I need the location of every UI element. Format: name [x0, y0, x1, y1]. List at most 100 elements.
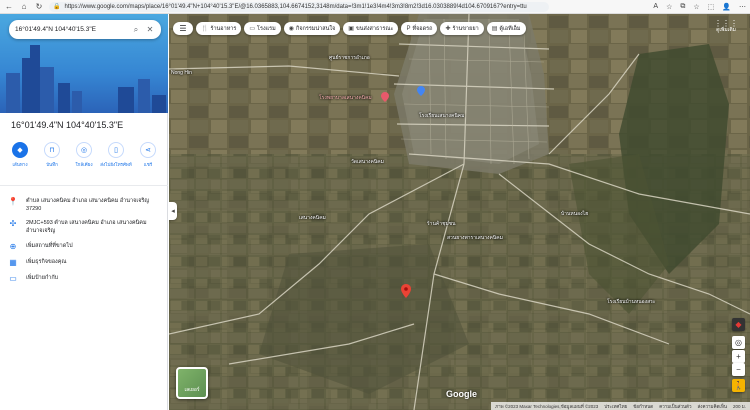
- label-community-shop[interactable]: ร้านค้าชุมชน: [427, 220, 456, 228]
- favorites-icon[interactable]: ☆: [693, 3, 699, 11]
- place-hero-image: 16°01'49.4"N 104°40'15.3"E ⌕ ✕: [0, 14, 168, 113]
- terms-link[interactable]: ข้อกำหนด: [633, 403, 653, 410]
- add-business-icon: ▦: [9, 258, 17, 267]
- label-gov-center[interactable]: ศูนย์ราชการอำเภอ: [329, 54, 370, 62]
- split-screen-icon[interactable]: ⧉: [680, 3, 685, 11]
- share-button[interactable]: ⋖ แชร์: [134, 142, 162, 185]
- layers-button[interactable]: เลเยอร์: [176, 367, 208, 399]
- plus-code-row[interactable]: ✣ 2MJC+593 ตำบล เสนางคนิคม อำเภอ เสนางคน…: [0, 219, 168, 235]
- pegman-icon[interactable]: 🚶: [732, 379, 745, 392]
- collections-icon[interactable]: ⬚: [708, 3, 715, 11]
- apps-grid-button[interactable]: ⋮⋮⋮ ดูเพิ่มเติม: [708, 20, 744, 40]
- apps-label: ดูเพิ่มเติม: [716, 27, 736, 33]
- label-icon: ▭: [9, 274, 17, 283]
- hotel-icon: ▭: [249, 26, 256, 32]
- collapse-sidebar-icon[interactable]: ◂: [169, 202, 177, 220]
- plus-code-icon: ✣: [9, 219, 17, 228]
- send-to-phone-label: ส่งไปยังโทรศัพท์: [100, 162, 132, 167]
- label-senangkhanikhom[interactable]: เสนางคนิคม: [299, 214, 326, 222]
- address-row[interactable]: 📍 ตำบล เสนางคนิคม อำเภอ เสนางคนิคม อำนาจ…: [0, 197, 168, 213]
- save-button[interactable]: ⊓ บันทึก: [38, 142, 66, 185]
- add-label-text: เพิ่มป้ายกำกับ: [26, 275, 59, 281]
- url-text: https://www.google.com/maps/place/16°01'…: [64, 3, 527, 10]
- phone-icon: ▯: [108, 142, 124, 158]
- address-text: ตำบล เสนางคนิคม อำเภอ เสนางคนิคม อำนาจเจ…: [26, 198, 150, 212]
- add-missing-place-text: เพิ่มสถานที่ที่ขาดไป: [26, 243, 73, 249]
- more-icon[interactable]: ⋯: [739, 3, 746, 11]
- location-pin-marker[interactable]: [401, 284, 411, 298]
- label-ban-nong-hai[interactable]: บ้านหนองไฮ: [561, 210, 588, 218]
- place-title: 16°01'49.4"N 104°40'15.3"E: [11, 120, 124, 130]
- home-icon[interactable]: ⌂: [19, 2, 29, 12]
- feedback-link[interactable]: ส่งความคิดเห็น: [698, 403, 728, 410]
- satellite-imagery: [169, 14, 750, 410]
- chip-things-to-do[interactable]: ◉ กิจกรรมน่าสนใจ: [283, 22, 341, 35]
- country-link[interactable]: ประเทศไทย: [604, 403, 627, 410]
- favorite-icon[interactable]: ☆: [666, 3, 672, 11]
- label-school-2[interactable]: โรงเรียนบ้านหนองสระ: [607, 298, 656, 306]
- directions-icon: ◆: [12, 142, 28, 158]
- google-logo: Google: [446, 389, 477, 399]
- camera-icon: ◉: [288, 26, 294, 32]
- privacy-link[interactable]: ความเป็นส่วนตัว: [659, 403, 691, 410]
- refresh-icon[interactable]: ↻: [34, 2, 44, 12]
- close-icon[interactable]: ✕: [145, 25, 155, 34]
- transit-icon: ▣: [348, 26, 354, 32]
- imagery-credit: ภาพ ©2023 Maxar Technologies,ข้อมูลแผนที…: [495, 403, 599, 409]
- map-attribution: ภาพ ©2023 Maxar Technologies,ข้อมูลแผนที…: [491, 402, 750, 410]
- scale-bar[interactable]: 200 ม.: [733, 403, 746, 410]
- chip-transit[interactable]: ▣ ขนส่งสาธารณะ: [343, 22, 399, 35]
- nearby-icon: ◎: [76, 142, 92, 158]
- search-input[interactable]: 16°01'49.4"N 104°40'15.3"E: [15, 26, 127, 33]
- chip-atms[interactable]: ▤ ตู้เอทีเอ็ม: [486, 22, 526, 35]
- hospital-pin-icon[interactable]: [381, 92, 389, 102]
- label-nong-hin[interactable]: Nong Hin: [171, 70, 192, 76]
- send-to-phone-button[interactable]: ▯ ส่งไปยังโทรศัพท์: [100, 142, 132, 185]
- chip-parking[interactable]: P ที่จอดรถ: [401, 22, 438, 35]
- add-business-text: เพิ่มธุรกิจของคุณ: [26, 259, 67, 265]
- read-aloud-icon[interactable]: A: [653, 3, 658, 11]
- chip-hotels[interactable]: ▭ โรงแรม: [244, 22, 281, 35]
- nearby-button[interactable]: ◎ ใกล้เคียง: [70, 142, 98, 185]
- lock-icon: 🔒: [53, 4, 61, 10]
- zoom-in-button[interactable]: +: [732, 350, 745, 363]
- label-school[interactable]: โรงเรียนเสนางคนิคม: [419, 112, 464, 120]
- directions-button[interactable]: ◆ เส้นทาง: [6, 142, 34, 185]
- label-temple[interactable]: วัดเสนางคนิคม: [351, 158, 384, 166]
- add-business-row[interactable]: ▦ เพิ่มธุรกิจของคุณ: [0, 258, 168, 267]
- layers-label: เลเยอร์: [184, 387, 200, 393]
- chip-pharmacies[interactable]: ✚ ร้านขายยา: [440, 22, 484, 35]
- action-bar: ◆ เส้นทาง ⊓ บันทึก ◎ ใกล้เคียง ▯ ส่งไปยั…: [0, 142, 168, 186]
- satellite-map[interactable]: ☰ 🍴 ร้านอาหาร ▭ โรงแรม ◉ กิจกรรมน่าสนใจ ▣ ขน…: [169, 14, 750, 410]
- save-label: บันทึก: [46, 162, 58, 167]
- share-icon: ⋖: [140, 142, 156, 158]
- compass-icon[interactable]: ◆: [732, 318, 745, 331]
- share-label: แชร์: [143, 162, 153, 167]
- plus-code-text: 2MJC+593 ตำบล เสนางคนิคม อำเภอ เสนางคนิค…: [26, 220, 147, 234]
- apps-grid-icon: ⋮⋮⋮: [714, 19, 738, 28]
- pharmacy-icon: ✚: [445, 26, 451, 32]
- chip-restaurants[interactable]: 🍴 ร้านอาหาร: [196, 22, 242, 35]
- category-chips: ☰ 🍴 ร้านอาหาร ▭ โรงแรม ◉ กิจกรรมน่าสนใจ ▣ ขน…: [173, 22, 526, 35]
- search-box[interactable]: 16°01'49.4"N 104°40'15.3"E ⌕ ✕: [9, 20, 161, 39]
- zoom-out-button[interactable]: −: [732, 363, 745, 376]
- nearby-label: ใกล้เคียง: [75, 162, 93, 167]
- browser-toolbar: ← ⌂ ↻ 🔒 https://www.google.com/maps/plac…: [0, 0, 750, 14]
- directions-label: เส้นทาง: [12, 162, 28, 167]
- atm-icon: ▤: [491, 26, 498, 32]
- back-icon[interactable]: ←: [4, 2, 14, 12]
- gov-pin-icon[interactable]: [417, 86, 425, 96]
- location-pin-icon: 📍: [8, 197, 18, 206]
- label-hospital[interactable]: โรงพยาบาลเสนางคนิคม: [319, 94, 372, 102]
- add-missing-place-row[interactable]: ⊕ เพิ่มสถานที่ที่ขาดไป: [0, 242, 168, 251]
- place-sidebar: 16°01'49.4"N 104°40'15.3"E ⌕ ✕ 16°01'49.…: [0, 14, 168, 410]
- locate-icon[interactable]: ◎: [732, 336, 745, 349]
- profile-icon[interactable]: 👤: [722, 3, 731, 11]
- address-bar[interactable]: 🔒 https://www.google.com/maps/place/16°0…: [49, 1, 549, 12]
- browser-actions: A ☆ ⧉ ☆ ⬚ 👤 ⋯: [653, 3, 746, 11]
- label-rubber-garden[interactable]: สวนยางพาราเสนางคนิคม: [447, 234, 503, 242]
- search-icon[interactable]: ⌕: [131, 25, 141, 35]
- add-label-row[interactable]: ▭ เพิ่มป้ายกำกับ: [0, 274, 168, 283]
- menu-icon[interactable]: ☰: [173, 22, 193, 35]
- restaurant-icon: 🍴: [201, 26, 209, 32]
